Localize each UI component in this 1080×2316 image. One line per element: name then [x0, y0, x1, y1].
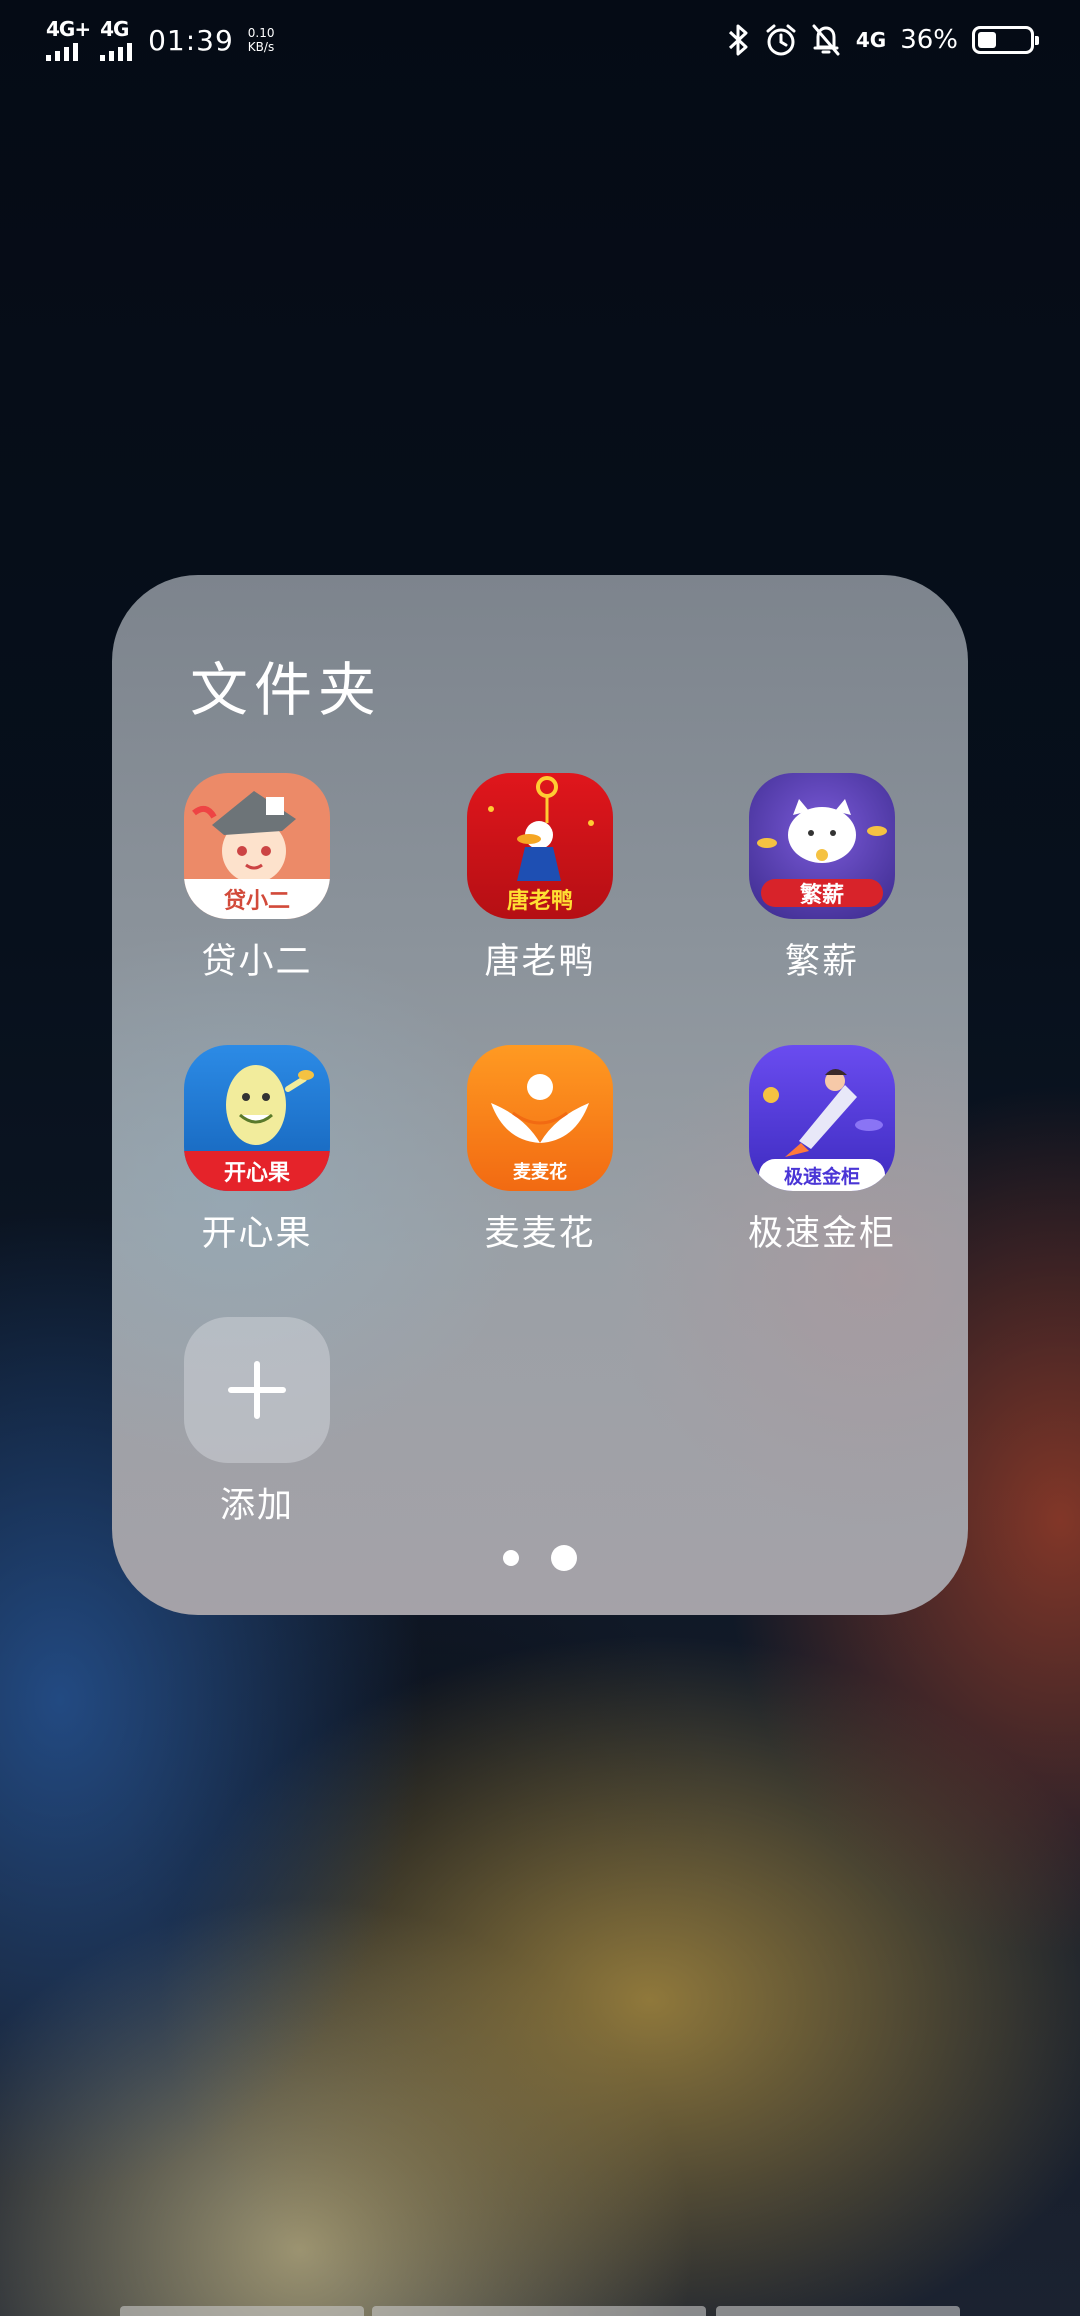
network-speed: 0.10 KB/s: [248, 26, 275, 54]
app-maimaihua[interactable]: 麦麦花 麦麦花: [440, 1045, 640, 1256]
folder-title[interactable]: 文件夹: [190, 643, 382, 727]
page-indicator[interactable]: [112, 1545, 968, 1571]
app-folder: 文件夹 贷小二 贷小二 唐老鸭 唐老鸭 繁薪 繁薪 开心果 开心果 麦麦花 麦麦…: [112, 575, 968, 1615]
battery-level: [978, 32, 996, 48]
app-label-tanglaoya: 唐老鸭: [484, 942, 596, 982]
app-label-daixiaoer: 贷小二: [201, 942, 313, 982]
battery-percent: 36%: [900, 25, 958, 55]
app-fanxin[interactable]: 繁薪 繁薪: [722, 773, 922, 984]
network-speed-value: 0.10: [247, 26, 275, 40]
sim1-network-label: 4G+: [46, 17, 91, 41]
clock: 01:39: [148, 23, 234, 57]
maimaihua-app-icon[interactable]: 麦麦花: [467, 1045, 613, 1191]
status-bar: 4G+ 4G 01:39 0.10 KB/s 4G 36%: [0, 0, 1080, 80]
bluetooth-icon: [726, 23, 752, 57]
sim2-network-label: 4G: [100, 17, 129, 41]
alarm-icon: [764, 23, 798, 57]
daixiaoer-icon-banner: 贷小二: [184, 879, 330, 919]
fanxin-icon-banner: 繁薪: [761, 879, 883, 908]
data-network-label: 4G: [855, 28, 887, 52]
kaixinguo-app-icon[interactable]: 开心果: [184, 1045, 330, 1191]
app-label-kaixinguo: 开心果: [201, 1214, 313, 1254]
tanglaoya-app-icon[interactable]: 唐老鸭: [467, 773, 613, 919]
page-dot-active[interactable]: [551, 1545, 577, 1571]
fanxin-app-icon[interactable]: 繁薪: [749, 773, 895, 919]
tanglaoya-icon-banner: 唐老鸭: [506, 889, 573, 914]
app-kaixinguo[interactable]: 开心果 开心果: [157, 1045, 357, 1256]
app-label-jisujingui: 极速金柜: [747, 1214, 896, 1254]
dock-edge-segment: [120, 2306, 364, 2316]
kaixinguo-icon-banner: 开心果: [184, 1151, 330, 1191]
sim1-signal: 4G+: [46, 17, 91, 61]
battery-icon: [972, 26, 1039, 54]
app-daixiaoer[interactable]: 贷小二 贷小二: [157, 773, 357, 984]
dock-edge-segment: [716, 2306, 960, 2316]
dock-edge-segment: [372, 2306, 706, 2316]
page-dot[interactable]: [503, 1550, 519, 1566]
app-tanglaoya[interactable]: 唐老鸭 唐老鸭: [440, 773, 640, 984]
jisujingui-app-icon[interactable]: 极速金柜: [749, 1045, 895, 1191]
sim2-signal: 4G: [100, 17, 133, 61]
plus-icon: [228, 1361, 286, 1419]
app-jisujingui[interactable]: 极速金柜 极速金柜: [722, 1045, 922, 1256]
daixiaoer-app-icon[interactable]: 贷小二: [184, 773, 330, 919]
add-app-tile[interactable]: 添加: [157, 1317, 357, 1528]
signal-bars-icon: [46, 41, 78, 61]
maimaihua-icon-banner: 麦麦花: [513, 1162, 567, 1183]
signal-bars-icon: [100, 41, 133, 61]
jisujingui-icon-banner: 极速金柜: [759, 1159, 885, 1191]
silent-bell-icon: [810, 23, 842, 57]
app-label-fanxin: 繁薪: [784, 942, 859, 982]
network-speed-unit: KB/s: [247, 40, 275, 54]
app-label-maimaihua: 麦麦花: [484, 1214, 596, 1254]
add-app-button[interactable]: [184, 1317, 330, 1463]
add-app-label: 添加: [219, 1486, 294, 1526]
